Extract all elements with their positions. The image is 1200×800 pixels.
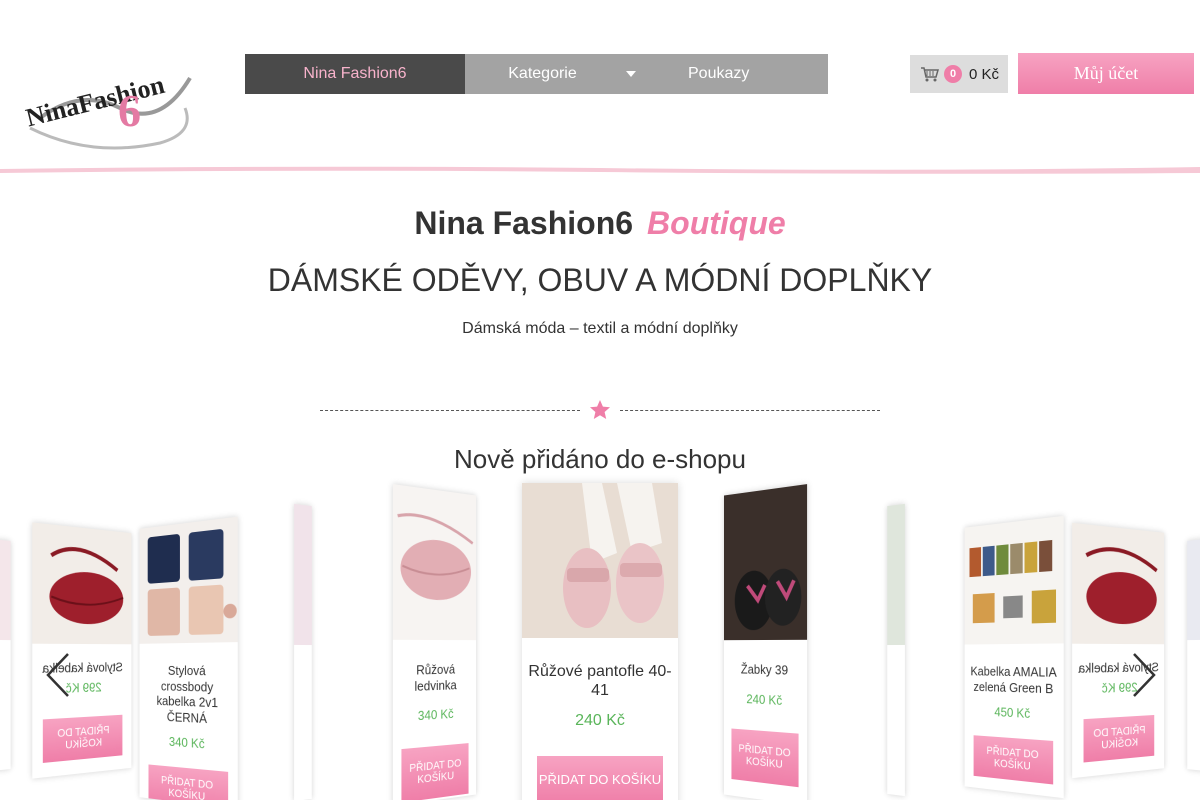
product-image [139, 516, 238, 644]
add-to-cart-button[interactable]: PŘIDAT DO KOŠÍKU [1083, 714, 1155, 763]
product-image [522, 483, 678, 638]
product-price: 340 Kč [168, 734, 205, 752]
product-image [887, 503, 905, 646]
product-image [392, 484, 477, 641]
product-title: Růžová ledvinka [414, 661, 457, 694]
add-to-cart-button[interactable]: PŘIDAT DO KOŠÍKU [401, 743, 469, 800]
product-title: Kabelka AMALIA zelená Green B [970, 663, 1057, 696]
product-price: 240 Kč [575, 712, 625, 730]
product-card-edge-right[interactable] [1187, 539, 1200, 771]
hero-title: Nina Fashion6 Boutique [0, 205, 1200, 242]
hero-brand: Nina Fashion6 [414, 205, 634, 241]
nav-categories-label: Kategorie [508, 65, 577, 82]
caret-down-icon [626, 71, 636, 77]
star-icon [590, 400, 610, 419]
product-card-edge[interactable] [887, 503, 905, 797]
product-price: 450 Kč [994, 704, 1031, 722]
product-card[interactable]: Stylová crossbody kabelka 2v1 ČERNÁ 340 … [139, 516, 238, 800]
add-to-cart-button[interactable]: PŘIDAT DO KOŠÍKU [42, 714, 123, 763]
page: NinaFashion 6 Nina Fashion6 Kategorie Po… [0, 0, 1200, 800]
product-image [1187, 539, 1200, 641]
nav-home[interactable]: Nina Fashion6 [245, 54, 465, 94]
product-title: Růžové pantofle 40-41 [528, 663, 672, 700]
chevron-left-icon[interactable] [40, 650, 80, 700]
add-to-cart-button[interactable]: PŘIDAT DO KOŠÍKU [973, 735, 1054, 785]
cart-count-badge: 0 [944, 65, 962, 83]
nav-categories[interactable]: Kategorie [465, 54, 650, 94]
divider-right [620, 410, 880, 411]
logo-text: NinaFashion [23, 70, 168, 133]
product-card[interactable]: Růžová ledvinka 340 Kč PŘIDAT DO KOŠÍKU [392, 484, 477, 800]
logo[interactable]: NinaFashion 6 [20, 48, 200, 158]
cart-button[interactable]: 0 0 Kč [910, 55, 1008, 93]
main-nav: Nina Fashion6 Kategorie Poukazy [245, 54, 828, 94]
product-image [0, 539, 11, 641]
hero-brand-accent: Boutique [647, 205, 786, 241]
belt-bag-image [393, 484, 476, 602]
product-title: Žabky 39 [740, 661, 789, 678]
product-image [964, 515, 1064, 645]
cart-icon [921, 67, 939, 82]
bag-image [32, 522, 131, 625]
account-button[interactable]: Můj účet [1018, 53, 1194, 94]
product-title: Stylová crossbody kabelka 2v1 ČERNÁ [156, 663, 218, 726]
product-card[interactable]: Kabelka AMALIA zelená Green B 450 Kč PŘI… [964, 515, 1064, 799]
product-card-active[interactable]: Růžové pantofle 40-41 240 Kč PŘIDAT DO K… [522, 483, 678, 800]
product-price: 340 Kč [417, 706, 454, 724]
slippers-image [522, 483, 678, 638]
add-to-cart-button[interactable]: PŘIDAT DO KOŠÍKU [537, 756, 663, 800]
product-image [1072, 522, 1165, 645]
chevron-right-icon[interactable] [1122, 650, 1162, 700]
product-price: 240 Kč [746, 690, 783, 708]
flip-flops-image [723, 484, 808, 641]
logo-number: 6 [118, 85, 141, 136]
amalia-bags-image [969, 539, 1057, 624]
add-to-cart-button[interactable]: PŘIDAT DO KOŠÍKU [148, 764, 228, 800]
product-card[interactable]: Žabky 39 240 Kč PŘIDAT DO KOŠÍKU [723, 484, 808, 800]
product-card-edge[interactable] [294, 503, 312, 800]
hero-tagline: Dámská móda – textil a módní doplňky [462, 320, 738, 337]
nav-vouchers[interactable]: Poukazy [650, 54, 828, 94]
hero-subtitle: DÁMSKÉ ODĚVY, OBUV A MÓDNÍ DOPLŇKY [267, 262, 933, 298]
product-image [32, 522, 132, 645]
add-to-cart-button[interactable]: PŘIDAT DO KOŠÍKU [731, 728, 799, 787]
divider-left [320, 410, 580, 411]
header-divider [0, 166, 1200, 174]
product-card-edge-left[interactable] [0, 539, 11, 771]
product-image [723, 484, 808, 641]
section-title: Nově přidáno do e-shopu [454, 444, 746, 474]
cart-total: 0 Kč [969, 65, 1000, 83]
product-image [294, 503, 312, 646]
crossbody-image [147, 528, 237, 636]
bag-image [1072, 523, 1164, 625]
